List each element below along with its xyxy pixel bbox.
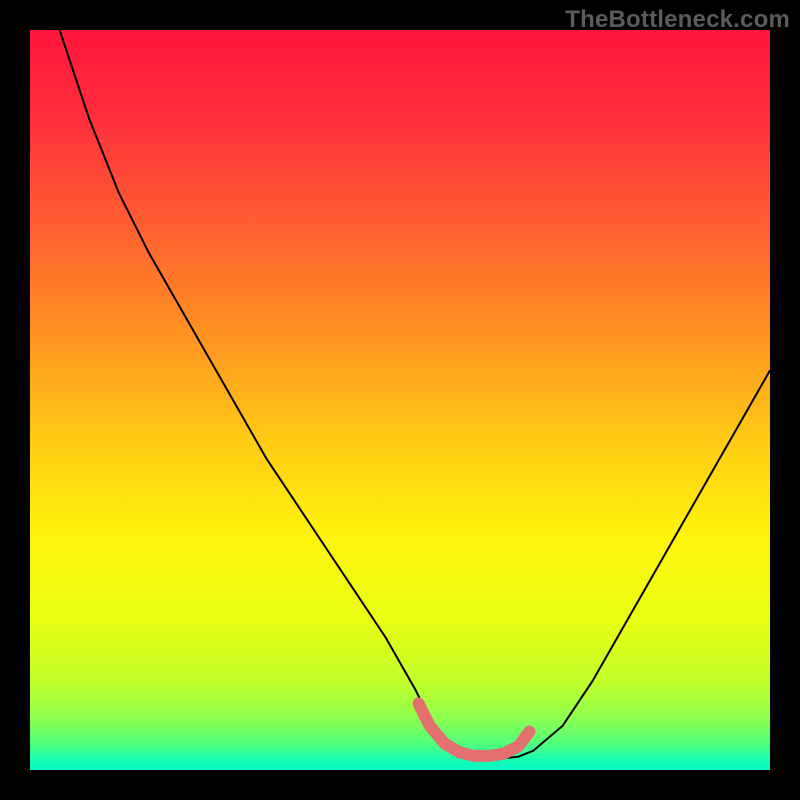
gradient-background: [30, 30, 770, 770]
bottleneck-chart: [30, 30, 770, 770]
chart-frame: TheBottleneck.com: [0, 0, 800, 800]
